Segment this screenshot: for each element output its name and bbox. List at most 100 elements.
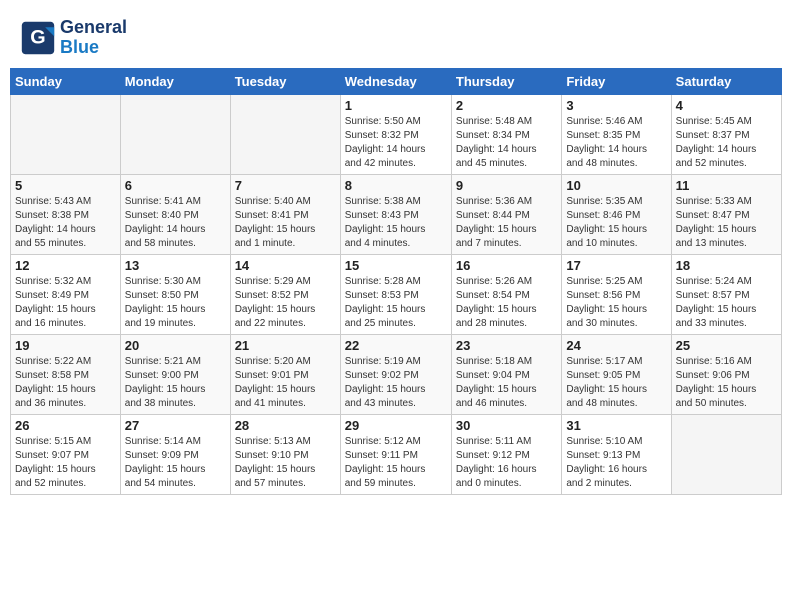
calendar-cell: 7 Sunrise: 5:40 AMSunset: 8:41 PMDaylight… bbox=[230, 174, 340, 254]
weekday-friday: Friday bbox=[562, 68, 671, 94]
day-info: Sunrise: 5:21 AMSunset: 9:00 PMDaylight:… bbox=[125, 355, 226, 411]
day-number: 20 bbox=[125, 338, 226, 353]
calendar-cell: 13 Sunrise: 5:30 AMSunset: 8:50 PMDayligh… bbox=[120, 254, 230, 334]
day-number: 3 bbox=[566, 98, 666, 113]
day-number: 25 bbox=[676, 338, 777, 353]
calendar-cell: 26Sunrise: 5:15 AMSunset: 9:07 PMDayligh… bbox=[11, 414, 121, 494]
day-number: 23 bbox=[456, 338, 557, 353]
weekday-thursday: Thursday bbox=[451, 68, 561, 94]
day-info: Sunrise: 5:36 AMSunset: 8:44 PMDaylight:… bbox=[456, 195, 557, 251]
day-number: 28 bbox=[235, 418, 336, 433]
calendar-cell: 24 Sunrise: 5:17 AMSunset: 9:05 PMDayligh… bbox=[562, 334, 671, 414]
calendar-cell: 10 Sunrise: 5:35 AMSunset: 8:46 PMDayligh… bbox=[562, 174, 671, 254]
calendar-cell: 6 Sunrise: 5:41 AMSunset: 8:40 PMDaylight… bbox=[120, 174, 230, 254]
day-number: 31 bbox=[566, 418, 666, 433]
day-info: Sunrise: 5:18 AMSunset: 9:04 PMDaylight:… bbox=[456, 355, 557, 411]
day-info: Sunrise: 5:16 AMSunset: 9:06 PMDaylight:… bbox=[676, 355, 777, 411]
day-number: 11 bbox=[676, 178, 777, 193]
weekday-wednesday: Wednesday bbox=[340, 68, 451, 94]
logo: G General Blue bbox=[20, 18, 127, 58]
day-number: 10 bbox=[566, 178, 666, 193]
day-number: 12 bbox=[15, 258, 116, 273]
calendar-table: SundayMondayTuesdayWednesdayThursdayFrid… bbox=[10, 68, 782, 495]
calendar-cell: 14 Sunrise: 5:29 AMSunset: 8:52 PMDayligh… bbox=[230, 254, 340, 334]
day-info: Sunrise: 5:32 AMSunset: 8:49 PMDaylight:… bbox=[15, 275, 116, 331]
calendar-body: 1 Sunrise: 5:50 AMSunset: 8:32 PMDaylight… bbox=[11, 94, 782, 494]
day-number: 27 bbox=[125, 418, 226, 433]
day-info: Sunrise: 5:35 AMSunset: 8:46 PMDaylight:… bbox=[566, 195, 666, 251]
day-number: 17 bbox=[566, 258, 666, 273]
calendar-cell: 19 Sunrise: 5:22 AMSunset: 8:58 PMDayligh… bbox=[11, 334, 121, 414]
day-number: 15 bbox=[345, 258, 447, 273]
day-info: Sunrise: 5:38 AMSunset: 8:43 PMDaylight:… bbox=[345, 195, 447, 251]
day-info: Sunrise: 5:14 AMSunset: 9:09 PMDaylight:… bbox=[125, 435, 226, 491]
week-row-3: 12 Sunrise: 5:32 AMSunset: 8:49 PMDayligh… bbox=[11, 254, 782, 334]
calendar-cell: 15 Sunrise: 5:28 AMSunset: 8:53 PMDayligh… bbox=[340, 254, 451, 334]
day-info: Sunrise: 5:12 AMSunset: 9:11 PMDaylight:… bbox=[345, 435, 447, 491]
calendar-cell: 5Sunrise: 5:43 AMSunset: 8:38 PMDaylight… bbox=[11, 174, 121, 254]
calendar-cell: 31 Sunrise: 5:10 AMSunset: 9:13 PMDayligh… bbox=[562, 414, 671, 494]
day-info: Sunrise: 5:43 AMSunset: 8:38 PMDaylight:… bbox=[15, 195, 116, 251]
day-info: Sunrise: 5:28 AMSunset: 8:53 PMDaylight:… bbox=[345, 275, 447, 331]
calendar-cell: 12 Sunrise: 5:32 AMSunset: 8:49 PMDayligh… bbox=[11, 254, 121, 334]
calendar-cell: 20 Sunrise: 5:21 AMSunset: 9:00 PMDayligh… bbox=[120, 334, 230, 414]
week-row-4: 19 Sunrise: 5:22 AMSunset: 8:58 PMDayligh… bbox=[11, 334, 782, 414]
calendar-cell: 27 Sunrise: 5:14 AMSunset: 9:09 PMDayligh… bbox=[120, 414, 230, 494]
day-number: 8 bbox=[345, 178, 447, 193]
day-info: Sunrise: 5:11 AMSunset: 9:12 PMDaylight:… bbox=[456, 435, 557, 491]
week-row-2: 5Sunrise: 5:43 AMSunset: 8:38 PMDaylight… bbox=[11, 174, 782, 254]
day-info: Sunrise: 5:29 AMSunset: 8:52 PMDaylight:… bbox=[235, 275, 336, 331]
day-info: Sunrise: 5:50 AMSunset: 8:32 PMDaylight:… bbox=[345, 115, 447, 171]
calendar-cell: 28 Sunrise: 5:13 AMSunset: 9:10 PMDayligh… bbox=[230, 414, 340, 494]
day-number: 14 bbox=[235, 258, 336, 273]
weekday-sunday: Sunday bbox=[11, 68, 121, 94]
week-row-5: 26Sunrise: 5:15 AMSunset: 9:07 PMDayligh… bbox=[11, 414, 782, 494]
day-number: 21 bbox=[235, 338, 336, 353]
day-number: 4 bbox=[676, 98, 777, 113]
day-info: Sunrise: 5:13 AMSunset: 9:10 PMDaylight:… bbox=[235, 435, 336, 491]
day-info: Sunrise: 5:48 AMSunset: 8:34 PMDaylight:… bbox=[456, 115, 557, 171]
day-number: 7 bbox=[235, 178, 336, 193]
day-number: 13 bbox=[125, 258, 226, 273]
day-number: 29 bbox=[345, 418, 447, 433]
day-info: Sunrise: 5:41 AMSunset: 8:40 PMDaylight:… bbox=[125, 195, 226, 251]
day-number: 6 bbox=[125, 178, 226, 193]
day-number: 2 bbox=[456, 98, 557, 113]
calendar-cell: 3 Sunrise: 5:46 AMSunset: 8:35 PMDaylight… bbox=[562, 94, 671, 174]
day-number: 22 bbox=[345, 338, 447, 353]
day-number: 30 bbox=[456, 418, 557, 433]
calendar-cell bbox=[230, 94, 340, 174]
day-number: 24 bbox=[566, 338, 666, 353]
day-info: Sunrise: 5:25 AMSunset: 8:56 PMDaylight:… bbox=[566, 275, 666, 331]
calendar-cell bbox=[11, 94, 121, 174]
day-number: 1 bbox=[345, 98, 447, 113]
calendar-cell: 30 Sunrise: 5:11 AMSunset: 9:12 PMDayligh… bbox=[451, 414, 561, 494]
day-number: 19 bbox=[15, 338, 116, 353]
calendar-cell: 29 Sunrise: 5:12 AMSunset: 9:11 PMDayligh… bbox=[340, 414, 451, 494]
calendar-cell: 4Sunrise: 5:45 AMSunset: 8:37 PMDaylight… bbox=[671, 94, 781, 174]
calendar-cell: 18Sunrise: 5:24 AMSunset: 8:57 PMDayligh… bbox=[671, 254, 781, 334]
calendar-cell: 25 Sunrise: 5:16 AMSunset: 9:06 PMDayligh… bbox=[671, 334, 781, 414]
day-info: Sunrise: 5:30 AMSunset: 8:50 PMDaylight:… bbox=[125, 275, 226, 331]
day-info: Sunrise: 5:40 AMSunset: 8:41 PMDaylight:… bbox=[235, 195, 336, 251]
weekday-tuesday: Tuesday bbox=[230, 68, 340, 94]
day-info: Sunrise: 5:26 AMSunset: 8:54 PMDaylight:… bbox=[456, 275, 557, 331]
day-info: Sunrise: 5:46 AMSunset: 8:35 PMDaylight:… bbox=[566, 115, 666, 171]
day-info: Sunrise: 5:10 AMSunset: 9:13 PMDaylight:… bbox=[566, 435, 666, 491]
calendar-cell: 22Sunrise: 5:19 AMSunset: 9:02 PMDayligh… bbox=[340, 334, 451, 414]
logo-text: General Blue bbox=[60, 18, 127, 58]
weekday-monday: Monday bbox=[120, 68, 230, 94]
svg-text:G: G bbox=[30, 26, 45, 48]
day-number: 26 bbox=[15, 418, 116, 433]
day-number: 9 bbox=[456, 178, 557, 193]
calendar-cell: 23 Sunrise: 5:18 AMSunset: 9:04 PMDayligh… bbox=[451, 334, 561, 414]
calendar-cell bbox=[120, 94, 230, 174]
day-info: Sunrise: 5:20 AMSunset: 9:01 PMDaylight:… bbox=[235, 355, 336, 411]
calendar-cell: 1 Sunrise: 5:50 AMSunset: 8:32 PMDaylight… bbox=[340, 94, 451, 174]
day-info: Sunrise: 5:22 AMSunset: 8:58 PMDaylight:… bbox=[15, 355, 116, 411]
day-info: Sunrise: 5:17 AMSunset: 9:05 PMDaylight:… bbox=[566, 355, 666, 411]
calendar-cell: 21 Sunrise: 5:20 AMSunset: 9:01 PMDayligh… bbox=[230, 334, 340, 414]
weekday-saturday: Saturday bbox=[671, 68, 781, 94]
day-info: Sunrise: 5:33 AMSunset: 8:47 PMDaylight:… bbox=[676, 195, 777, 251]
calendar-cell: 17 Sunrise: 5:25 AMSunset: 8:56 PMDayligh… bbox=[562, 254, 671, 334]
